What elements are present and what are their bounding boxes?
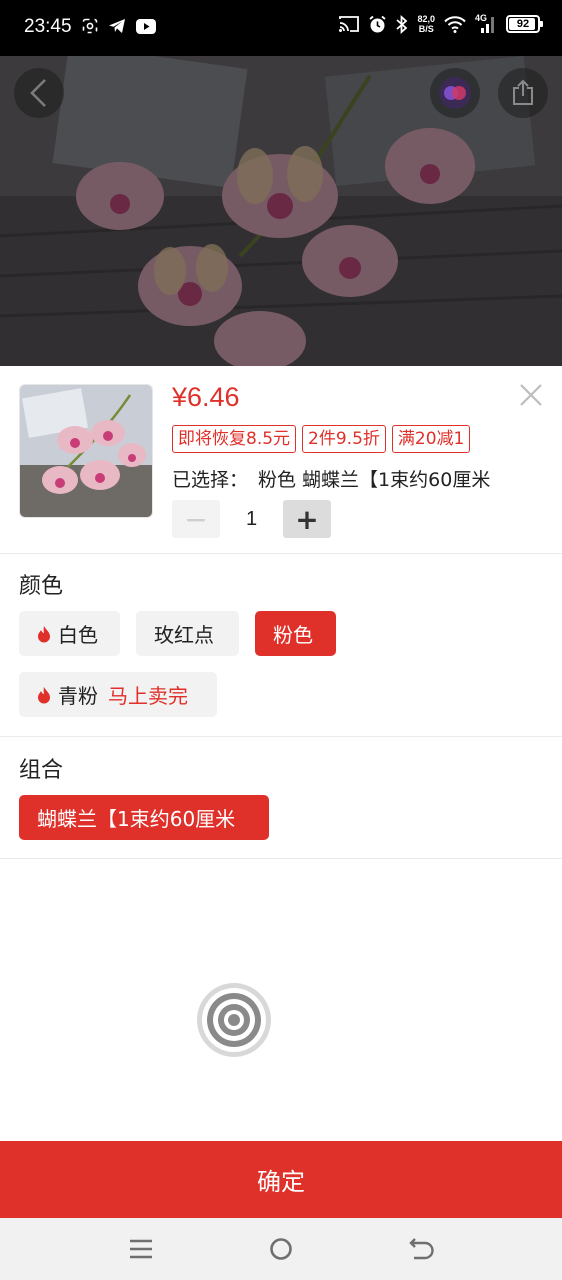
- wifi-icon: [444, 15, 466, 33]
- cast-status-icon: [339, 16, 360, 32]
- screenshot-icon: [82, 18, 98, 34]
- battery-indicator: 92: [506, 15, 543, 33]
- home-icon[interactable]: [266, 1234, 296, 1264]
- flame-icon: [38, 686, 50, 703]
- divider: [0, 736, 562, 737]
- color-option-label: 白色: [58, 623, 98, 647]
- color-option-label: 青粉: [58, 684, 98, 708]
- status-time: 23:45: [24, 16, 72, 37]
- quantity-decrease-button[interactable]: −: [172, 500, 220, 538]
- telegram-icon: [109, 19, 125, 33]
- combo-option-label: 蝴蝶兰【1束约60厘米: [37, 807, 236, 831]
- color-option-cyan-pink[interactable]: 青粉 马上卖完: [19, 672, 217, 717]
- combo-option-orchid[interactable]: 蝴蝶兰【1束约60厘米: [19, 795, 269, 840]
- share-icon: [513, 79, 533, 105]
- thumbnail-image: [20, 385, 152, 517]
- cast-button[interactable]: [430, 68, 480, 118]
- menu-icon[interactable]: [126, 1234, 156, 1264]
- share-button[interactable]: [498, 68, 548, 118]
- selected-label: 已选择：: [172, 469, 249, 491]
- product-thumbnail[interactable]: [19, 384, 153, 518]
- flame-icon: [38, 625, 50, 642]
- color-option-label: 玫红点: [154, 623, 214, 647]
- quantity-value[interactable]: 1: [220, 508, 283, 531]
- divider: [0, 553, 562, 554]
- back-icon: [30, 79, 46, 107]
- net-speed: 82,0 B/S: [417, 14, 435, 34]
- sku-selection-sheet: ¥6.46 即将恢复8.5元 2件9.5折 满20减1 已选择： 粉色 蝴蝶兰【1…: [0, 366, 562, 1141]
- promo-tags: 即将恢复8.5元 2件9.5折 满20减1: [172, 425, 471, 453]
- promo-tag: 2件9.5折: [302, 425, 386, 453]
- divider: [0, 858, 562, 859]
- color-option-rose-dot[interactable]: 玫红点: [136, 611, 239, 656]
- product-hero-image: [0, 56, 562, 366]
- selling-out-badge: 马上卖完: [108, 684, 188, 708]
- cellular-signal: 4G: [475, 13, 497, 33]
- battery-level: 92: [516, 18, 530, 30]
- product-price: ¥6.46: [172, 382, 240, 412]
- combo-section-title: 组合: [19, 758, 64, 783]
- color-section-title: 颜色: [19, 574, 64, 599]
- selected-summary: 已选择： 粉色 蝴蝶兰【1束约60厘米: [172, 465, 490, 492]
- bluetooth-icon: [396, 14, 408, 34]
- quantity-increase-button[interactable]: +: [283, 500, 331, 538]
- color-option-pink[interactable]: 粉色: [255, 611, 336, 656]
- promo-tag: 即将恢复8.5元: [172, 425, 297, 453]
- color-option-white[interactable]: 白色: [19, 611, 120, 656]
- promo-tag: 满20减1: [391, 425, 471, 453]
- youtube-icon: [136, 18, 156, 34]
- signal-icon: [481, 17, 494, 33]
- close-icon[interactable]: [516, 380, 546, 410]
- quantity-stepper: − 1 +: [172, 500, 331, 538]
- selected-value: 粉色 蝴蝶兰【1束约60厘米: [258, 469, 491, 491]
- alarm-icon: [369, 15, 387, 32]
- confirm-button[interactable]: 确定: [0, 1141, 562, 1218]
- status-bar: 23:45 82,0 B/S 4G 92: [0, 0, 562, 56]
- system-nav-bar: [0, 1218, 562, 1280]
- cast-icon: [439, 77, 471, 109]
- color-option-label: 粉色: [273, 623, 313, 647]
- back-button[interactable]: [14, 68, 64, 118]
- assistive-touch-icon[interactable]: [196, 982, 272, 1058]
- back-nav-icon[interactable]: [406, 1234, 436, 1264]
